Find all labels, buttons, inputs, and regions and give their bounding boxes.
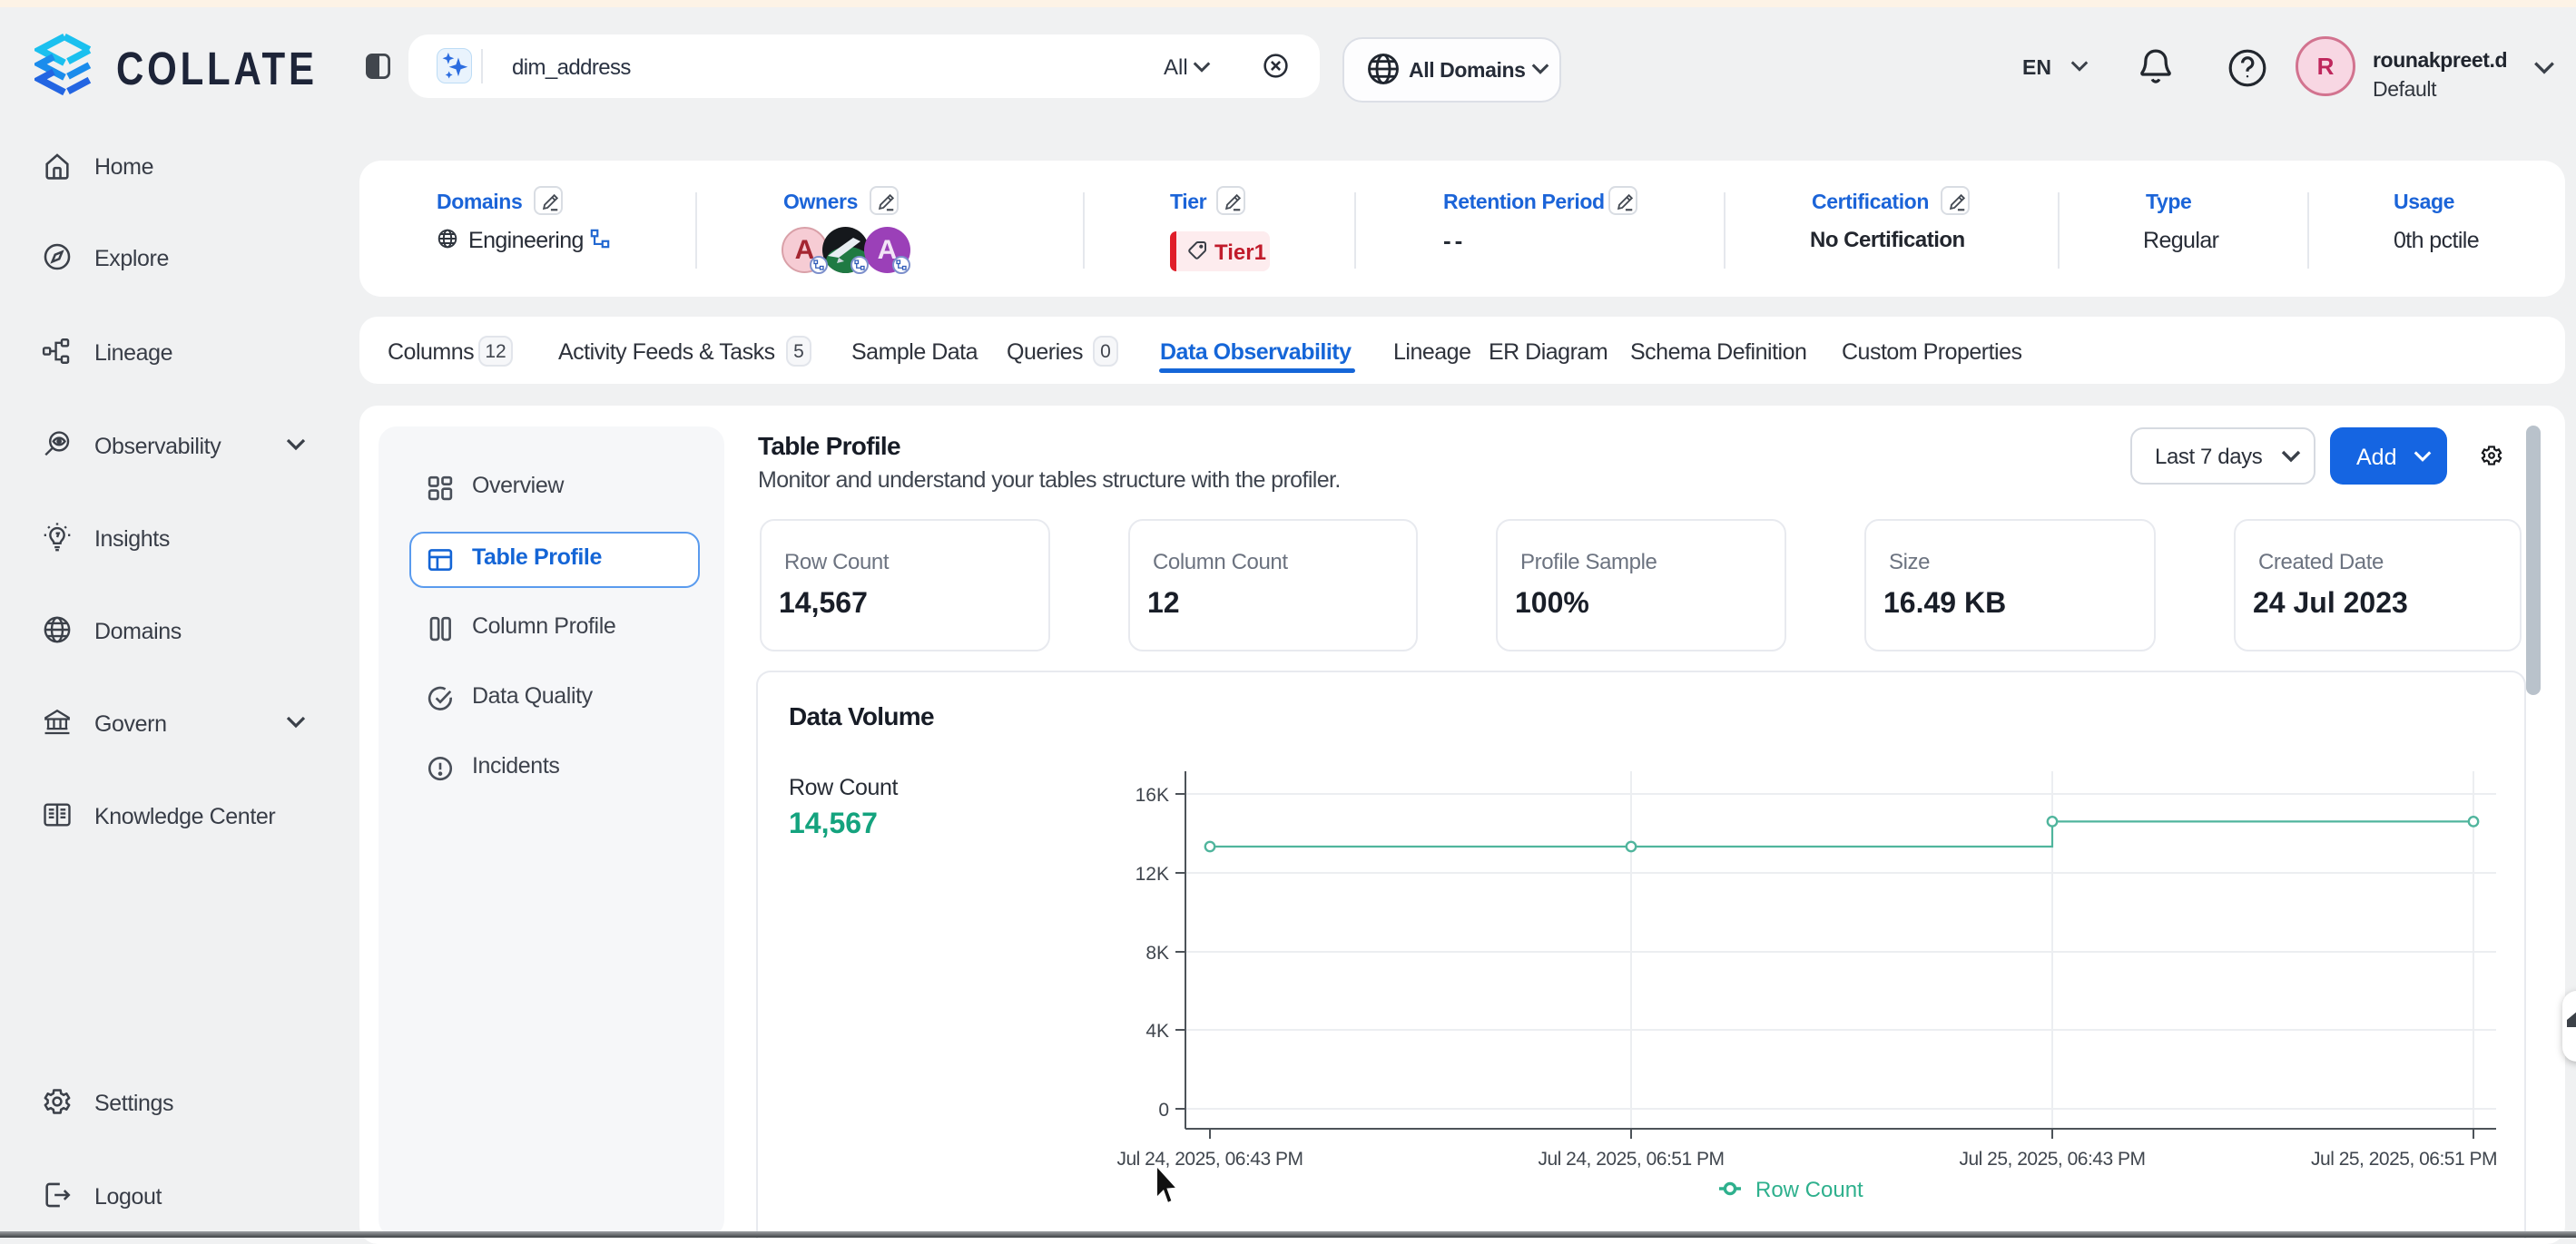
- svg-text:Row Count: Row Count: [1755, 1178, 1863, 1202]
- svg-text:4K: 4K: [1145, 1021, 1169, 1042]
- svg-text:0: 0: [1158, 1100, 1169, 1121]
- svg-text:Jul 24, 2025, 06:43 PM: Jul 24, 2025, 06:43 PM: [1117, 1149, 1303, 1170]
- svg-text:Jul 25, 2025, 06:51 PM: Jul 25, 2025, 06:51 PM: [2311, 1149, 2497, 1170]
- svg-text:Jul 24, 2025, 06:51 PM: Jul 24, 2025, 06:51 PM: [1539, 1149, 1725, 1170]
- svg-text:12K: 12K: [1136, 864, 1169, 885]
- svg-text:Jul 25, 2025, 06:43 PM: Jul 25, 2025, 06:43 PM: [1960, 1149, 2146, 1170]
- svg-text:16K: 16K: [1136, 785, 1169, 806]
- svg-text:8K: 8K: [1145, 943, 1169, 964]
